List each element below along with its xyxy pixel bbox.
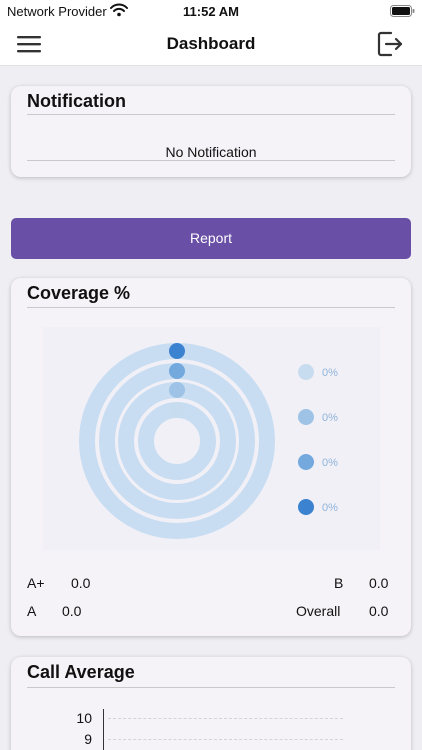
a-plus-label: A+ <box>27 575 45 591</box>
legend-dot <box>298 409 314 425</box>
coverage-radial-chart: 0% 0% 0% 0% <box>79 343 338 539</box>
call-average-title: Call Average <box>27 662 135 682</box>
logout-icon[interactable] <box>377 31 405 57</box>
nav-bar: Dashboard <box>0 22 422 66</box>
overall-value: 0.0 <box>369 603 389 619</box>
coverage-value-marker <box>169 382 185 398</box>
a-label: A <box>27 603 37 619</box>
no-notification-text: No Notification <box>165 144 257 160</box>
legend-label: 0% <box>322 412 338 424</box>
grid-line <box>108 739 343 740</box>
divider <box>27 114 395 115</box>
divider <box>27 687 395 688</box>
coverage-title: Coverage % <box>27 283 131 303</box>
status-time: 11:52 AM <box>183 4 239 19</box>
legend-dot <box>298 454 314 470</box>
coverage-value-marker <box>169 343 185 359</box>
b-label: B <box>334 575 344 591</box>
a-plus-value: 0.0 <box>71 575 91 591</box>
call-average-card: Call Average 10 9 <box>11 657 411 750</box>
status-bar: Network Provider 11:52 AM <box>0 0 422 22</box>
battery-icon <box>390 5 415 17</box>
legend-label: 0% <box>322 502 338 514</box>
coverage-value-marker <box>169 402 185 418</box>
grid-line <box>108 718 343 719</box>
coverage-ring-track <box>138 402 216 480</box>
divider <box>27 160 395 161</box>
legend-label: 0% <box>322 367 338 379</box>
legend-dot <box>298 499 314 515</box>
coverage-value-marker <box>169 363 185 379</box>
notification-card: Notification No Notification <box>11 86 411 177</box>
coverage-card: Coverage % 0% 0% 0% 0% A+ 0.0 B 0.0 A 0.0 O… <box>11 278 411 636</box>
coverage-chart: 0% 0% 0% 0% <box>43 327 380 550</box>
page-title: Dashboard <box>166 34 256 53</box>
y-tick-label: 9 <box>84 731 92 747</box>
y-axis <box>103 709 104 750</box>
legend-dot <box>298 364 314 380</box>
legend-label: 0% <box>322 457 338 469</box>
y-tick-label: 10 <box>76 710 92 726</box>
report-button[interactable]: Report <box>11 218 411 259</box>
notification-title: Notification <box>27 91 126 111</box>
overall-label: Overall <box>296 603 341 619</box>
divider <box>27 307 395 308</box>
a-value: 0.0 <box>62 603 82 619</box>
b-value: 0.0 <box>369 575 389 591</box>
